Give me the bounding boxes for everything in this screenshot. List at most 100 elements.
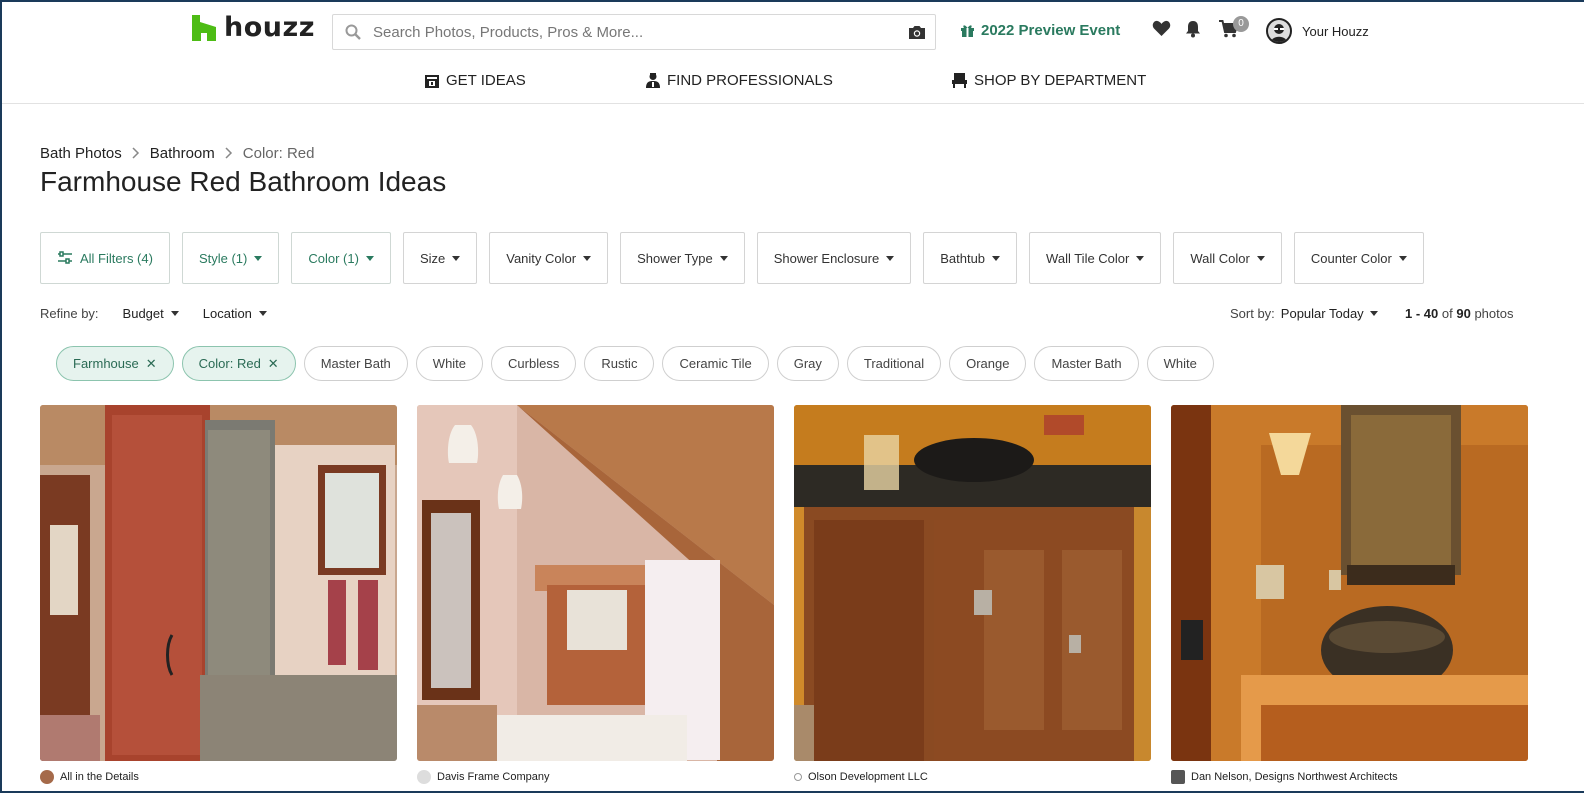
chip-curbless[interactable]: Curbless bbox=[491, 346, 577, 381]
filter-label: Size bbox=[419, 250, 446, 266]
chip-orange[interactable]: Orange bbox=[949, 346, 1027, 381]
cart-icon[interactable]: 0 bbox=[1219, 16, 1249, 43]
bathroom-photo-2 bbox=[417, 405, 774, 761]
size-filter[interactable]: Size bbox=[402, 232, 478, 284]
chip-traditional[interactable]: Traditional bbox=[846, 346, 942, 381]
photo-card[interactable] bbox=[40, 405, 397, 761]
search-bar[interactable] bbox=[332, 14, 936, 50]
credit-name: All in the Details bbox=[60, 771, 139, 783]
cart-count-badge: 0 bbox=[1233, 16, 1249, 32]
chevron-right-icon bbox=[225, 146, 233, 162]
wall-tile-color-filter[interactable]: Wall Tile Color bbox=[1029, 232, 1162, 284]
filter-label: Wall Color bbox=[1190, 250, 1250, 266]
chip-label: Color: Red bbox=[198, 356, 261, 371]
photo-card[interactable] bbox=[794, 405, 1151, 761]
nav-shop-by-department[interactable]: SHOP BY DEPARTMENT bbox=[951, 72, 1146, 89]
bathtub-filter[interactable]: Bathtub bbox=[923, 232, 1018, 284]
breadcrumb: Bath Photos Bathroom Color: Red bbox=[40, 145, 314, 162]
chip-rustic[interactable]: Rustic bbox=[584, 346, 655, 381]
photo-credit[interactable]: Davis Frame Company bbox=[417, 770, 774, 784]
bathroom-photo-4 bbox=[1171, 405, 1528, 761]
search-input[interactable] bbox=[373, 23, 899, 41]
chip-ceramic-tile[interactable]: Ceramic Tile bbox=[662, 346, 769, 381]
breadcrumb-bathroom[interactable]: Bathroom bbox=[150, 145, 215, 162]
shower-enclosure-filter[interactable]: Shower Enclosure bbox=[756, 232, 912, 284]
photo-credit[interactable]: Dan Nelson, Designs Northwest Architects bbox=[1171, 770, 1528, 784]
chip-label: White bbox=[432, 356, 467, 371]
shower-type-filter[interactable]: Shower Type bbox=[620, 232, 745, 284]
chip-label: Curbless bbox=[508, 356, 560, 371]
chip-gray[interactable]: Gray bbox=[776, 346, 839, 381]
caret-down-icon bbox=[719, 255, 728, 261]
caret-down-icon bbox=[258, 311, 267, 316]
style-filter[interactable]: Style (1) bbox=[181, 232, 280, 284]
color-filter[interactable]: Color (1) bbox=[291, 232, 391, 284]
nav-get-ideas[interactable]: GET IDEAS bbox=[424, 72, 526, 89]
credit-name: Davis Frame Company bbox=[437, 771, 550, 783]
chip-color-red[interactable]: Color: Red ✕ bbox=[181, 346, 296, 381]
chip-white[interactable]: White bbox=[415, 346, 484, 381]
results-count: 1 - 40 of 90 photos bbox=[1405, 306, 1513, 321]
results-unit: photos bbox=[1474, 306, 1514, 321]
gift-icon bbox=[961, 25, 974, 37]
photo-credit[interactable]: All in the Details bbox=[40, 770, 397, 784]
budget-dropdown[interactable]: Budget bbox=[123, 306, 179, 321]
page-title: Farmhouse Red Bathroom Ideas bbox=[40, 166, 447, 197]
chevron-right-icon bbox=[132, 146, 140, 162]
sort-label: Sort by: bbox=[1230, 306, 1275, 321]
photo-card[interactable] bbox=[417, 405, 774, 761]
bell-icon[interactable] bbox=[1184, 20, 1202, 43]
location-dropdown[interactable]: Location bbox=[203, 306, 267, 321]
pro-avatar bbox=[794, 773, 802, 781]
caret-down-icon bbox=[365, 255, 374, 261]
account-label: Your Houzz bbox=[1302, 23, 1369, 39]
caret-down-icon bbox=[583, 255, 592, 261]
counter-color-filter[interactable]: Counter Color bbox=[1293, 232, 1424, 284]
chip-label: Gray bbox=[793, 356, 822, 371]
breadcrumb-bath-photos[interactable]: Bath Photos bbox=[40, 145, 122, 162]
chip-master-bath-2[interactable]: Master Bath bbox=[1034, 346, 1139, 381]
sort-dropdown[interactable]: Popular Today bbox=[1281, 306, 1378, 321]
filter-label: Shower Enclosure bbox=[773, 250, 880, 266]
filter-label: All Filters (4) bbox=[80, 250, 153, 266]
wall-color-filter[interactable]: Wall Color bbox=[1173, 232, 1282, 284]
chip-label: White bbox=[1163, 356, 1197, 371]
results-range: 1 - 40 bbox=[1405, 306, 1439, 321]
chip-master-bath[interactable]: Master Bath bbox=[303, 346, 408, 381]
chip-label: Master Bath bbox=[1051, 356, 1122, 371]
sort-control: Sort by: Popular Today bbox=[1230, 306, 1378, 321]
pro-avatar bbox=[417, 770, 431, 784]
close-icon[interactable]: ✕ bbox=[268, 356, 279, 372]
your-houzz-menu[interactable]: Your Houzz bbox=[1266, 18, 1369, 44]
logo-wordmark: houzz bbox=[224, 12, 315, 43]
preview-event-link[interactable]: 2022 Preview Event bbox=[960, 22, 1120, 39]
refine-bar: Refine by: Budget Location bbox=[40, 306, 267, 321]
close-icon[interactable]: ✕ bbox=[146, 356, 157, 372]
houzz-logo-icon bbox=[192, 14, 216, 41]
photo-card[interactable] bbox=[1171, 405, 1528, 761]
avatar bbox=[1266, 18, 1292, 44]
filter-label: Color (1) bbox=[308, 250, 359, 266]
chair-icon bbox=[952, 73, 967, 88]
chip-farmhouse[interactable]: Farmhouse ✕ bbox=[56, 346, 174, 381]
chip-label: Master Bath bbox=[320, 356, 391, 371]
nav-find-professionals[interactable]: FIND PROFESSIONALS bbox=[645, 72, 833, 89]
bathroom-photo-3 bbox=[794, 405, 1151, 761]
photo-credit[interactable]: Olson Development LLC bbox=[794, 770, 1151, 784]
nav-find-professionals-label: FIND PROFESSIONALS bbox=[667, 72, 833, 89]
camera-icon[interactable] bbox=[899, 25, 935, 40]
chip-white-2[interactable]: White bbox=[1146, 346, 1214, 381]
caret-down-icon bbox=[992, 255, 1001, 261]
pro-avatar bbox=[40, 770, 54, 784]
top-header: houzz 2022 Preview Event 0 Your Houzz bbox=[2, 2, 1584, 60]
main-nav: GET IDEAS FIND PROFESSIONALS SHOP BY DEP… bbox=[2, 62, 1584, 104]
sort-value: Popular Today bbox=[1280, 306, 1364, 321]
vanity-color-filter[interactable]: Vanity Color bbox=[489, 232, 609, 284]
photo-grid bbox=[40, 405, 1528, 761]
photo-credits: All in the Details Davis Frame Company O… bbox=[40, 770, 1528, 784]
nav-get-ideas-label: GET IDEAS bbox=[446, 72, 526, 89]
heart-icon[interactable] bbox=[1152, 20, 1171, 42]
results-total: 90 bbox=[1456, 306, 1471, 321]
houzz-logo[interactable]: houzz bbox=[192, 12, 315, 43]
all-filters-button[interactable]: All Filters (4) bbox=[40, 232, 170, 284]
